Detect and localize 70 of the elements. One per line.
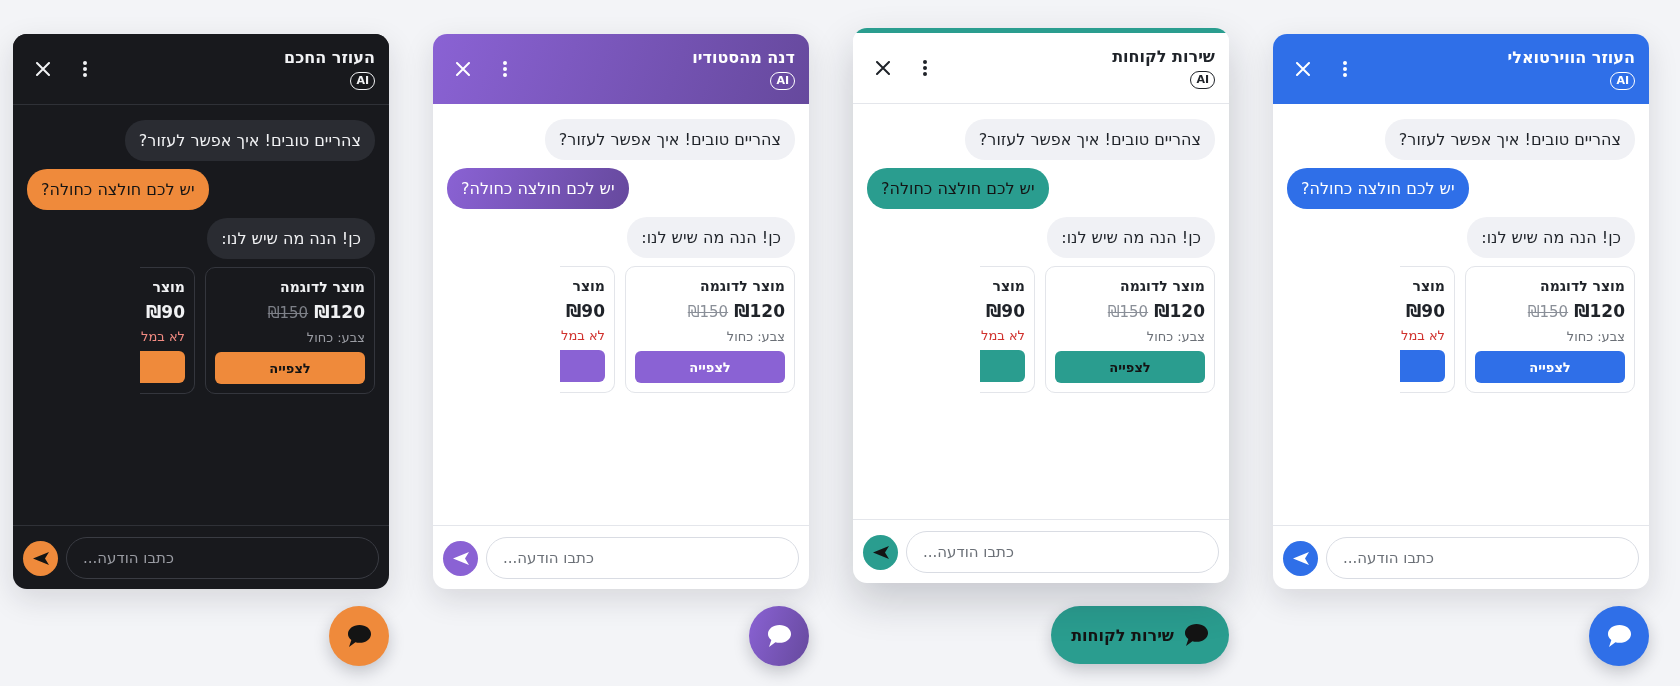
more-icon — [1343, 61, 1347, 77]
old-price: ₪150 — [267, 303, 309, 324]
product-detail: צבע: כחול — [1566, 328, 1625, 346]
product-detail: צבע: כחול — [726, 328, 785, 346]
product-price: ₪120 — [1574, 300, 1625, 322]
bot-message: כן! הנה מה שיש לנו: — [1467, 217, 1635, 258]
chat-launcher[interactable] — [329, 606, 389, 666]
chat-title: דנה מהסטודיו — [692, 48, 795, 68]
bot-message: צהריים טובים! איך אפשר לעזור? — [1384, 119, 1635, 160]
user-message: יש לכם חולצה כחולה? — [1287, 168, 1469, 209]
send-icon — [32, 551, 49, 565]
bot-message: כן! הנה מה שיש לנו: — [627, 217, 795, 258]
bot-message: צהריים טובים! איך אפשר לעזור? — [964, 119, 1215, 160]
product-price: ₪120 — [1154, 300, 1205, 322]
old-price: ₪150 — [1107, 302, 1149, 323]
send-button[interactable] — [23, 540, 58, 576]
user-message: יש לכם חולצה כחולה? — [867, 168, 1049, 209]
product-price: ₪120 — [314, 301, 365, 323]
old-price: ₪150 — [1527, 302, 1569, 323]
view-button[interactable]: לצפייה — [635, 351, 785, 383]
chat-bubble-icon — [1184, 624, 1209, 646]
product-detail: צבע: כחול — [1146, 328, 1205, 346]
stock-status: לא במל — [981, 327, 1025, 345]
product-title: מוצר לדוגמה — [280, 278, 365, 296]
product-title: מוצר לדוגמה — [1540, 277, 1625, 295]
bot-message: צהריים טובים! איך אפשר לעזור? — [544, 119, 795, 160]
more-icon — [503, 61, 507, 77]
chat-bubble-icon — [766, 625, 792, 647]
product-price: ₪90 — [985, 300, 1025, 322]
chat-title: שירות לקוחות — [1112, 47, 1215, 67]
view-button[interactable]: לצפייה — [1055, 351, 1205, 383]
chat-launcher[interactable]: שירות לקוחות — [1051, 606, 1229, 664]
chat-bubble-icon — [1606, 625, 1632, 647]
product-price: ₪90 — [565, 300, 605, 322]
send-icon — [872, 545, 889, 559]
bot-message: כן! הנה מה שיש לנו: — [207, 218, 375, 259]
bot-message: צהריים טובים! איך אפשר לעזור? — [124, 120, 375, 161]
product-price: ₪90 — [1405, 300, 1445, 322]
old-price: ₪150 — [687, 302, 729, 323]
product-title: מוצר — [1412, 277, 1445, 295]
send-icon — [1292, 551, 1309, 565]
view-button[interactable]: לצפייה — [215, 352, 365, 384]
product-title: מוצר — [572, 277, 605, 295]
product-title: מוצר — [992, 277, 1025, 295]
product-price: ₪120 — [734, 300, 785, 322]
more-icon — [83, 61, 87, 77]
product-title: מוצר לדוגמה — [700, 277, 785, 295]
chat-title: העוזר החכם — [284, 48, 375, 68]
chat-title: העוזר הווירטואלי — [1507, 48, 1635, 68]
send-button[interactable] — [863, 534, 898, 570]
product-price: ₪90 — [145, 301, 185, 323]
send-icon — [452, 551, 469, 565]
stock-status: לא במל — [141, 328, 185, 346]
close-icon — [876, 61, 890, 75]
close-icon — [456, 62, 470, 76]
product-detail: צבע: כחול — [306, 329, 365, 347]
more-icon — [923, 60, 927, 76]
product-title: מוצר — [152, 278, 185, 296]
view-button[interactable]: לצפייה — [1475, 351, 1625, 383]
chat-launcher[interactable] — [749, 606, 809, 666]
close-icon — [36, 62, 50, 76]
chat-bubble-icon — [346, 625, 372, 647]
stock-status: לא במל — [1401, 327, 1445, 345]
product-title: מוצר לדוגמה — [1120, 277, 1205, 295]
user-message: יש לכם חולצה כחולה? — [447, 168, 629, 209]
close-icon — [1296, 62, 1310, 76]
message-input[interactable]: כתבו הודעה... — [66, 537, 379, 579]
bot-message: כן! הנה מה שיש לנו: — [1047, 217, 1215, 258]
stock-status: לא במל — [561, 327, 605, 345]
user-message: יש לכם חולצה כחולה? — [27, 169, 209, 210]
